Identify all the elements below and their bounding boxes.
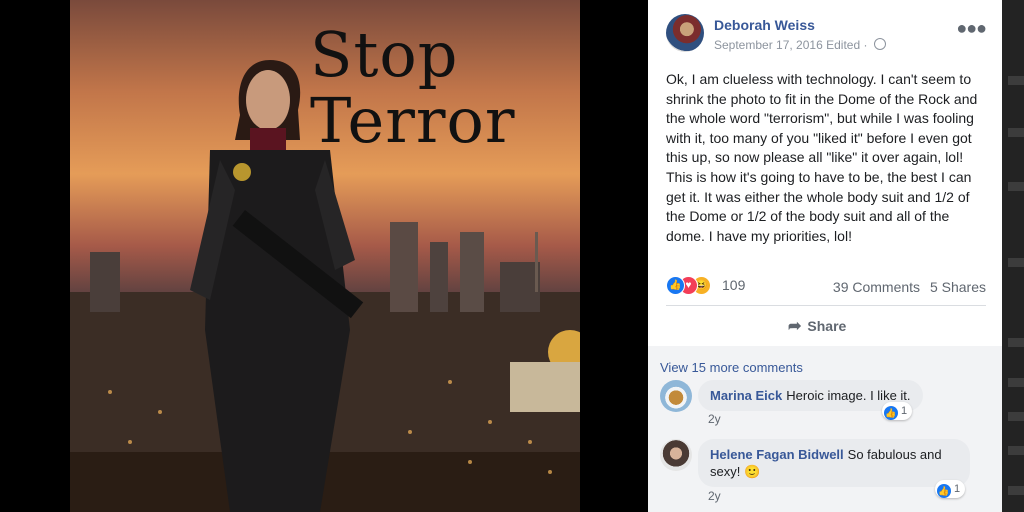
post-side-panel: Deborah Weiss September 17, 2016 Edited … — [648, 0, 1002, 512]
reaction-count[interactable]: 109 — [722, 277, 745, 293]
post-body-text: Ok, I am clueless with technology. I can… — [666, 71, 978, 244]
thumbs-up-icon: 👍 — [937, 484, 951, 498]
photo-caption-text: Stop Terror — [310, 18, 516, 157]
post-header: Deborah Weiss September 17, 2016 Edited … — [666, 14, 987, 54]
comment-age[interactable]: 2y — [708, 412, 721, 426]
share-label: Share — [807, 318, 847, 334]
author-avatar[interactable] — [666, 14, 704, 52]
divider — [666, 305, 986, 306]
background-page-edge — [1002, 0, 1024, 512]
edited-label[interactable]: Edited — [826, 38, 860, 52]
post-date[interactable]: September 17, 2016 — [714, 38, 823, 52]
photo-viewer: Stop Terror — [0, 0, 648, 512]
commenter-name[interactable]: Marina Eick — [710, 388, 782, 403]
share-button[interactable]: ➦ Share — [788, 316, 846, 336]
share-arrow-icon: ➦ — [788, 318, 802, 335]
comment-age[interactable]: 2y — [708, 489, 721, 503]
commenter-name[interactable]: Helene Fagan Bidwell — [710, 447, 844, 462]
view-more-comments-link[interactable]: View 15 more comments — [660, 360, 803, 375]
author-name[interactable]: Deborah Weiss — [714, 17, 815, 33]
comment-text: Heroic image. I like it. — [786, 388, 911, 403]
comment-like-badge[interactable]: 👍 1 — [882, 402, 913, 420]
commenter-avatar[interactable] — [660, 439, 692, 471]
comments-count-link[interactable]: 39 Comments — [833, 279, 920, 295]
comment-like-count: 1 — [954, 483, 961, 495]
commenter-avatar[interactable] — [660, 380, 692, 412]
post-stats: 39 Comments 5 Shares — [827, 279, 986, 295]
post-photo[interactable]: Stop Terror — [70, 0, 580, 512]
thumbs-up-icon: 👍 — [884, 406, 898, 420]
comment-like-badge[interactable]: 👍 1 — [935, 480, 966, 498]
post-meta: September 17, 2016 Edited · — [714, 38, 886, 52]
like-reaction-icon: 👍 — [666, 276, 685, 295]
globe-icon[interactable] — [873, 38, 886, 50]
comment-bubble: Helene Fagan Bidwell So fabulous and sexy… — [698, 439, 970, 487]
more-options-icon[interactable]: ●●● — [956, 18, 987, 39]
comment-like-count: 1 — [901, 405, 908, 417]
meta-separator: · — [863, 38, 868, 52]
comments-section: View 15 more comments Marina Eick Heroic … — [648, 346, 1002, 512]
shares-count-link[interactable]: 5 Shares — [930, 279, 986, 295]
